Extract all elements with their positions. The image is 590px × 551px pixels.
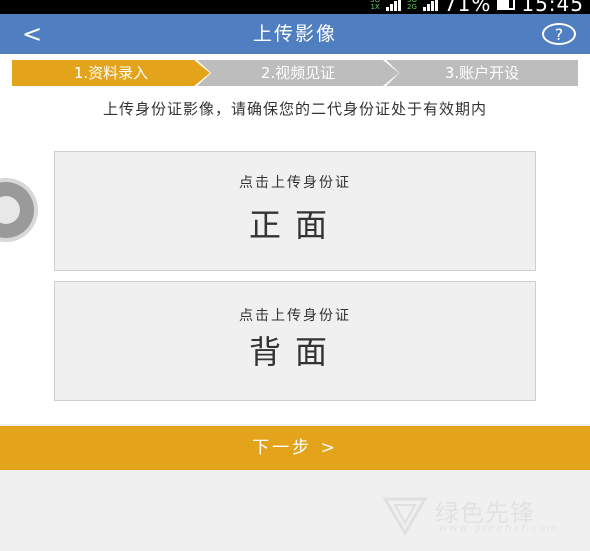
page-title: 上传影像	[252, 23, 337, 45]
status-bar: 3G 1X 3G 2G 71% 15:45	[0, 0, 590, 16]
upload-area: 点击上传身份证 正面 点击上传身份证 背面	[0, 126, 590, 424]
id-back-upload[interactable]: 点击上传身份证 背面	[54, 281, 536, 401]
id-front-hint: 点击上传身份证	[239, 175, 351, 191]
next-step-button[interactable]: 下一步 >	[0, 426, 590, 470]
network-indicator-1: 3G 1X	[370, 0, 380, 11]
watermark-url: www.greenxf.com	[439, 523, 559, 534]
step-progress: 1.资料录入 2.视频见证 3.账户开设	[0, 54, 590, 92]
watermark-logo-icon	[383, 497, 427, 535]
step-1-info-entry: 1.资料录入	[12, 60, 210, 86]
step-2-video-witness: 2.视频见证	[197, 60, 399, 86]
step-3-account-open: 3.账户开设	[386, 60, 578, 86]
id-back-hint: 点击上传身份证	[239, 308, 351, 324]
id-front-upload[interactable]: 点击上传身份证 正面	[54, 151, 536, 271]
watermark: 绿色先锋 www.greenxf.com	[383, 493, 583, 543]
network-indicator-2: 3G 2G	[407, 0, 417, 11]
battery-icon	[497, 0, 516, 10]
id-back-label: 背面	[248, 333, 341, 371]
id-front-label: 正面	[248, 206, 341, 244]
signal-icon	[386, 0, 402, 11]
status-indicators: 3G 1X 3G 2G 71% 15:45	[370, 0, 584, 16]
upload-notice: 上传身份证影像，请确保您的二代身份证处于有效期内	[0, 92, 590, 127]
signal-icon-2	[422, 0, 438, 11]
header-bar: < 上传影像 ?	[0, 14, 590, 54]
help-button[interactable]: ?	[542, 23, 576, 45]
